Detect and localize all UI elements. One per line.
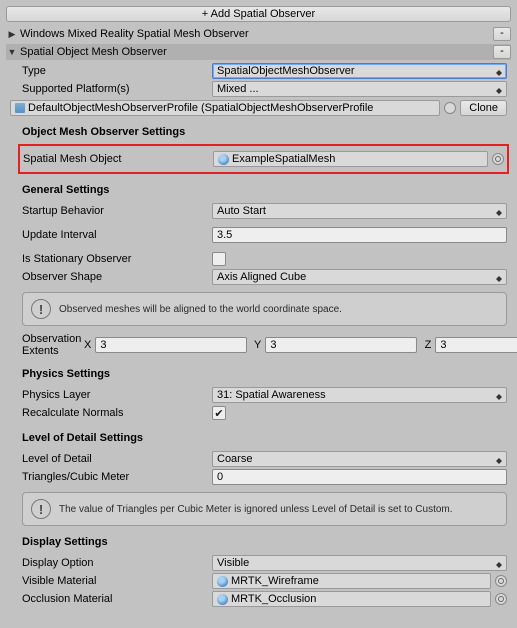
recalc-normals-checkbox[interactable]: ✔: [212, 406, 226, 420]
extents-label: Observation Extents: [22, 333, 81, 357]
info-box-lod: ! The value of Triangles per Cubic Meter…: [22, 492, 507, 526]
info-icon: !: [31, 299, 51, 319]
info-text-alignment: Observed meshes will be aligned to the w…: [59, 304, 342, 315]
observer-title: Spatial Object Mesh Observer: [20, 46, 489, 58]
spatial-mesh-label: Spatial Mesh Object: [23, 153, 213, 165]
mesh-asset-icon: [218, 154, 229, 165]
object-picker-icon[interactable]: [492, 153, 504, 165]
extents-z-input[interactable]: [435, 337, 517, 353]
lod-label: Level of Detail: [22, 453, 212, 465]
recalc-label: Recalculate Normals: [22, 407, 212, 419]
occlusion-material-value: MRTK_Occlusion: [231, 593, 316, 605]
settings-heading: Object Mesh Observer Settings: [22, 126, 507, 138]
observer-shape-dropdown[interactable]: Axis Aligned Cube: [212, 269, 507, 285]
visible-material-value: MRTK_Wireframe: [231, 575, 319, 587]
startup-value: Auto Start: [217, 205, 266, 217]
display-option-label: Display Option: [22, 557, 212, 569]
spatial-mesh-object-field[interactable]: ExampleSpatialMesh: [213, 151, 488, 167]
shape-label: Observer Shape: [22, 271, 212, 283]
info-icon: !: [31, 499, 51, 519]
shape-value: Axis Aligned Cube: [217, 271, 306, 283]
display-heading: Display Settings: [22, 536, 507, 548]
extents-y-input[interactable]: [265, 337, 417, 353]
profile-asset-icon: [15, 103, 25, 113]
collapsed-observer-title: Windows Mixed Reality Spatial Mesh Obser…: [20, 28, 489, 40]
general-heading: General Settings: [22, 184, 507, 196]
axis-z-label: Z: [421, 339, 431, 351]
lod-heading: Level of Detail Settings: [22, 432, 507, 444]
interval-label: Update Interval: [22, 229, 212, 241]
profile-picker-icon[interactable]: [444, 102, 456, 114]
triangles-label: Triangles/Cubic Meter: [22, 471, 212, 483]
clone-button[interactable]: Clone: [460, 100, 507, 116]
lod-dropdown[interactable]: Coarse: [212, 451, 507, 467]
display-option-value: Visible: [217, 557, 249, 569]
platforms-label: Supported Platform(s): [22, 83, 212, 95]
axis-x-label: X: [81, 339, 91, 351]
stationary-label: Is Stationary Observer: [22, 253, 212, 265]
display-option-dropdown[interactable]: Visible: [212, 555, 507, 571]
type-value: SpatialObjectMeshObserver: [217, 65, 355, 77]
info-text-lod: The value of Triangles per Cubic Meter i…: [59, 504, 453, 515]
material-asset-icon: [217, 594, 228, 605]
info-box-alignment: ! Observed meshes will be aligned to the…: [22, 292, 507, 326]
remove-observer-button[interactable]: -: [493, 27, 511, 41]
add-spatial-observer-button[interactable]: + Add Spatial Observer: [6, 6, 511, 22]
collapsed-observer-header[interactable]: ▶ Windows Mixed Reality Spatial Mesh Obs…: [6, 26, 511, 42]
material-asset-icon: [217, 576, 228, 587]
expand-right-icon[interactable]: ▶: [6, 28, 18, 40]
platforms-dropdown[interactable]: Mixed ...: [212, 81, 507, 97]
remove-observer-button-2[interactable]: -: [493, 45, 511, 59]
visible-material-field[interactable]: MRTK_Wireframe: [212, 573, 491, 589]
axis-y-label: Y: [251, 339, 261, 351]
triangles-input[interactable]: [212, 469, 507, 485]
physics-layer-label: Physics Layer: [22, 389, 212, 401]
spatial-mesh-value: ExampleSpatialMesh: [232, 153, 335, 165]
update-interval-input[interactable]: [212, 227, 507, 243]
profile-field[interactable]: DefaultObjectMeshObserverProfile (Spatia…: [10, 100, 440, 116]
profile-value: DefaultObjectMeshObserverProfile (Spatia…: [28, 102, 373, 114]
spatial-mesh-highlight: Spatial Mesh Object ExampleSpatialMesh: [18, 144, 509, 174]
object-picker-icon[interactable]: [495, 593, 507, 605]
startup-label: Startup Behavior: [22, 205, 212, 217]
stationary-checkbox[interactable]: [212, 252, 226, 266]
occlusion-material-field[interactable]: MRTK_Occlusion: [212, 591, 491, 607]
object-picker-icon[interactable]: [495, 575, 507, 587]
occlusion-material-label: Occlusion Material: [22, 593, 212, 605]
physics-layer-value: 31: Spatial Awareness: [217, 389, 326, 401]
lod-value: Coarse: [217, 453, 252, 465]
observer-header[interactable]: ▼ Spatial Object Mesh Observer -: [6, 44, 511, 60]
startup-dropdown[interactable]: Auto Start: [212, 203, 507, 219]
physics-layer-dropdown[interactable]: 31: Spatial Awareness: [212, 387, 507, 403]
visible-material-label: Visible Material: [22, 575, 212, 587]
platforms-value: Mixed ...: [217, 83, 259, 95]
extents-x-input[interactable]: [95, 337, 247, 353]
expand-down-icon[interactable]: ▼: [6, 46, 18, 58]
type-dropdown[interactable]: SpatialObjectMeshObserver: [212, 63, 507, 79]
type-label: Type: [22, 65, 212, 77]
physics-heading: Physics Settings: [22, 368, 507, 380]
